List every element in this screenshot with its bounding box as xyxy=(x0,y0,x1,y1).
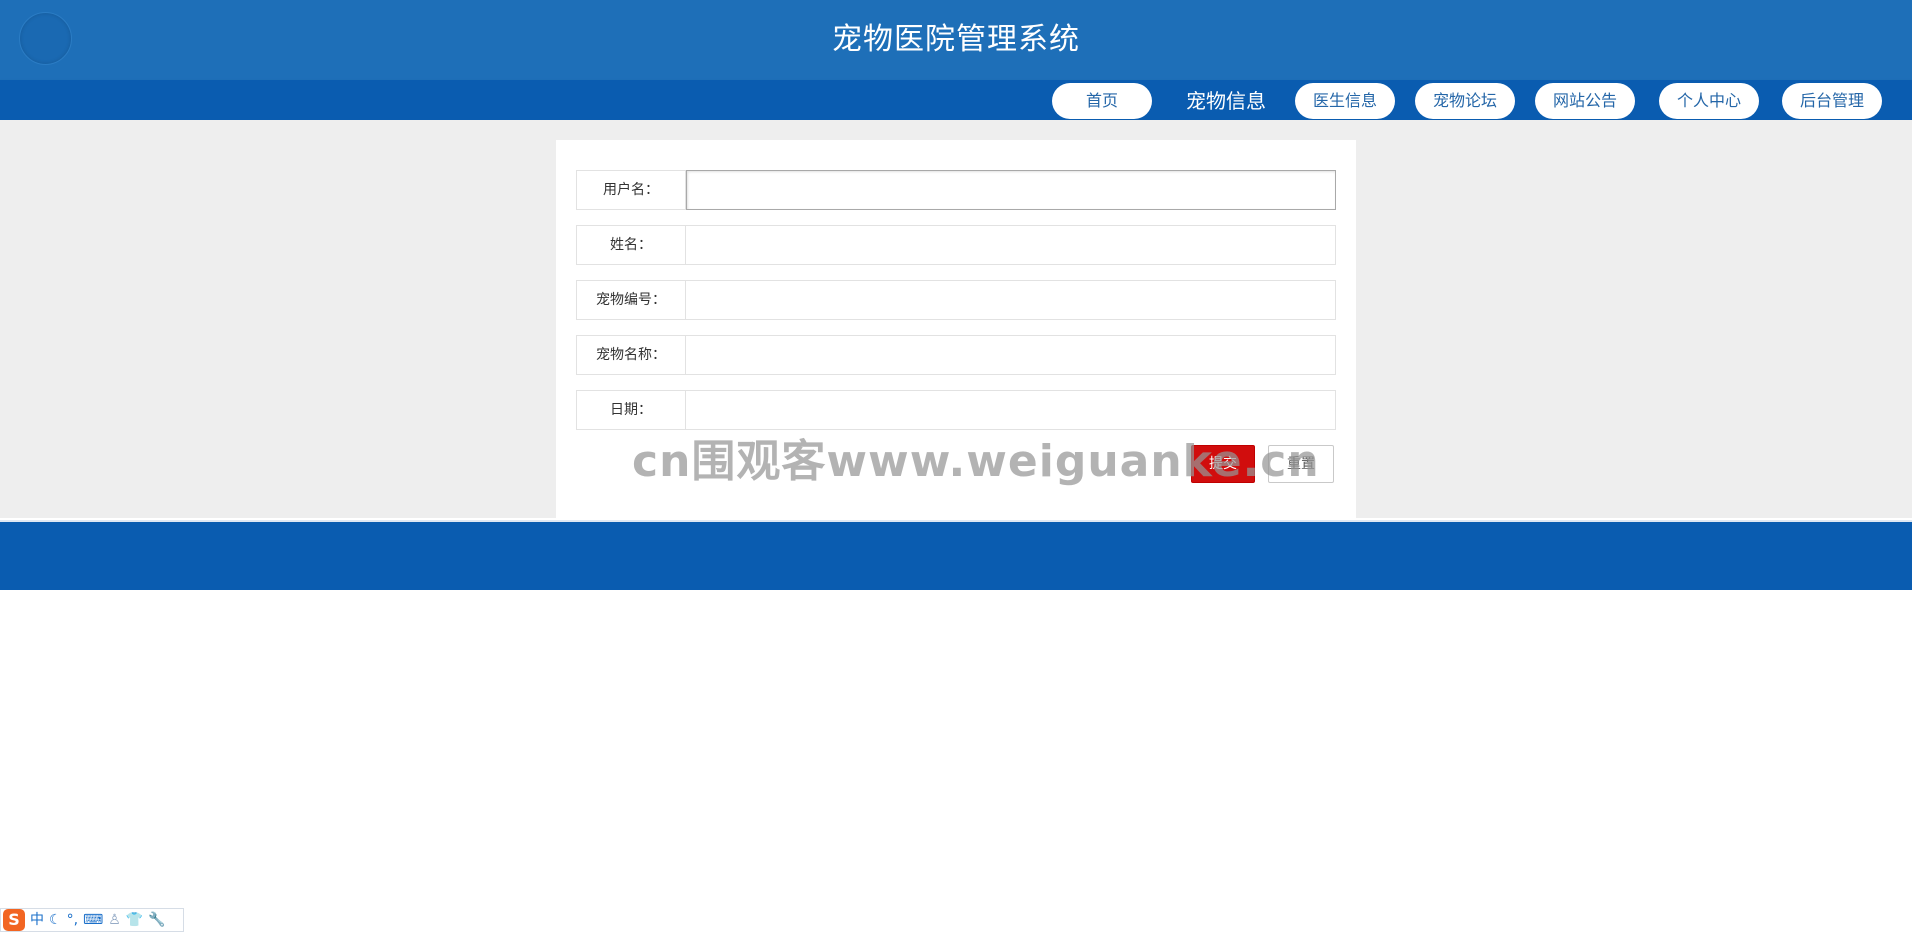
shirt-icon[interactable]: 👕 xyxy=(126,910,143,930)
name-input[interactable] xyxy=(686,225,1336,265)
keyboard-icon[interactable]: ⌨ xyxy=(83,910,103,930)
ime-mode-label[interactable]: 中 xyxy=(30,910,44,930)
sogou-logo-icon[interactable]: S xyxy=(3,909,25,931)
form-row-name: 姓名： xyxy=(576,225,1336,265)
pet-name-input[interactable] xyxy=(686,335,1336,375)
pet-name-label: 宠物名称： xyxy=(576,335,686,375)
pet-number-label: 宠物编号： xyxy=(576,280,686,320)
site-header: 宠物医院管理系统 xyxy=(0,0,1912,80)
form-row-pet-name: 宠物名称： xyxy=(576,335,1336,375)
username-input[interactable] xyxy=(686,170,1336,210)
nav-item-doctor-info[interactable]: 医生信息 xyxy=(1295,83,1395,119)
wrench-icon[interactable]: 🔧 xyxy=(148,910,165,930)
site-footer xyxy=(0,520,1912,590)
moon-icon[interactable]: ☾ xyxy=(49,910,62,930)
user-icon[interactable]: ♙ xyxy=(108,910,121,930)
form-row-pet-number: 宠物编号： xyxy=(576,280,1336,320)
nav-item-personal-center[interactable]: 个人中心 xyxy=(1659,83,1759,119)
form-row-username: 用户名： xyxy=(576,170,1336,210)
punctuation-icon[interactable]: °, xyxy=(67,910,78,930)
pet-info-form: 用户名： 姓名： 宠物编号： 宠物名称： 日期： 提交 重置 xyxy=(556,140,1356,518)
form-row-date: 日期： xyxy=(576,390,1336,430)
submit-button[interactable]: 提交 xyxy=(1191,445,1255,483)
nav-item-pet-info[interactable]: 宠物信息 xyxy=(1172,83,1280,119)
nav-item-admin[interactable]: 后台管理 xyxy=(1782,83,1882,119)
reset-button[interactable]: 重置 xyxy=(1268,445,1334,483)
nav-item-announcements[interactable]: 网站公告 xyxy=(1535,83,1635,119)
ime-toolbar[interactable]: S 中 ☾ °, ⌨ ♙ 👕 🔧 xyxy=(0,908,184,932)
date-input[interactable] xyxy=(686,390,1336,430)
nav-item-pet-forum[interactable]: 宠物论坛 xyxy=(1415,83,1515,119)
pet-number-input[interactable] xyxy=(686,280,1336,320)
main-nav: 首页 宠物信息 医生信息 宠物论坛 网站公告 个人中心 后台管理 xyxy=(0,80,1912,120)
site-title: 宠物医院管理系统 xyxy=(832,22,1080,57)
date-label: 日期： xyxy=(576,390,686,430)
username-label: 用户名： xyxy=(576,170,686,210)
name-label: 姓名： xyxy=(576,225,686,265)
nav-item-home[interactable]: 首页 xyxy=(1052,83,1152,119)
